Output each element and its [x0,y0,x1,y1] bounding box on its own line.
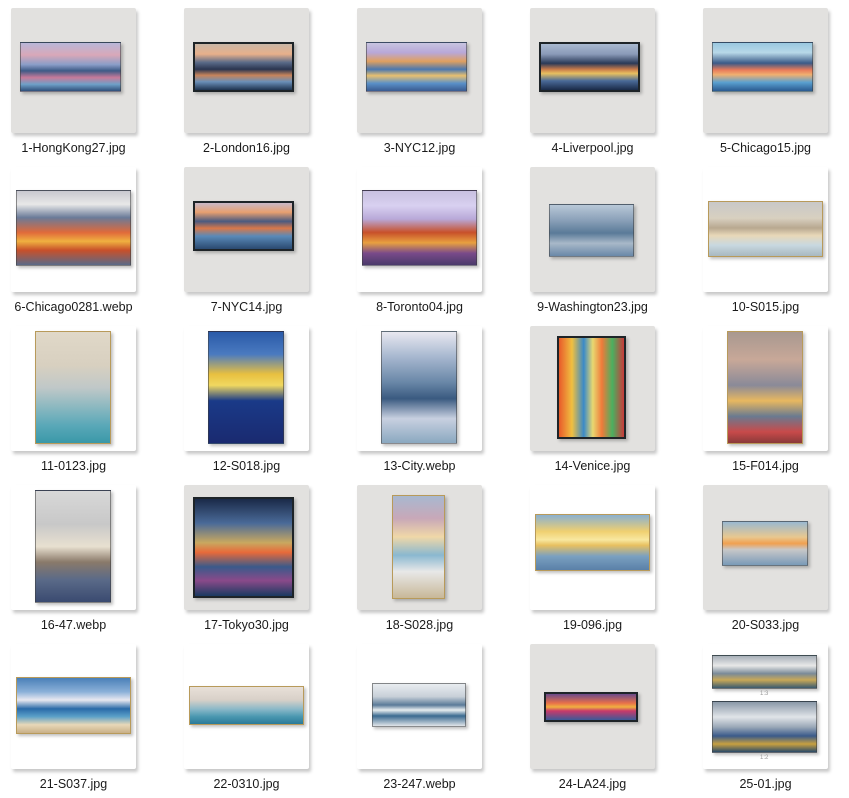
thumbnail-item[interactable]: 1:3 1:2 25-01.jpg [703,644,828,798]
thumbnail-item[interactable]: 10-S015.jpg [703,167,828,321]
diptych-panel-top [712,655,817,689]
thumbnail-image[interactable] [184,644,309,769]
thumbnail-image[interactable] [184,8,309,133]
thumbnail-item[interactable]: 4-Liverpool.jpg [530,8,655,162]
panel-label: 1:3 [760,691,769,697]
thumbnail-filename: 4-Liverpool.jpg [551,141,634,155]
thumbnail-image[interactable] [11,326,136,451]
panel-label: 1:2 [760,755,769,761]
thumbnail-item[interactable]: 2-London16.jpg [184,8,309,162]
thumbnail-image[interactable] [357,167,482,292]
thumbnail-item[interactable]: 18-S028.jpg [357,485,482,639]
thumbnail-item[interactable]: 19-096.jpg [530,485,655,639]
thumbnail-image[interactable] [184,485,309,610]
thumbnail-filename: 13-City.webp [383,459,456,473]
thumbnail-item[interactable]: 23-247.webp [357,644,482,798]
thumbnail-filename: 10-S015.jpg [731,300,800,314]
thumbnail-filename: 14-Venice.jpg [554,459,631,473]
thumbnail-image[interactable] [357,326,482,451]
thumbnail-item[interactable]: 3-NYC12.jpg [357,8,482,162]
thumbnail-filename: 11-0123.jpg [40,459,107,473]
thumbnail-item[interactable]: 24-LA24.jpg [530,644,655,798]
thumbnail-filename: 23-247.webp [383,777,456,791]
thumbnail-filename: 16-47.webp [40,618,107,632]
thumbnail-filename: 15-F014.jpg [732,459,799,473]
thumbnail-item[interactable]: 11-0123.jpg [11,326,136,480]
thumbnail-item[interactable]: 20-S033.jpg [703,485,828,639]
thumbnail-item[interactable]: 7-NYC14.jpg [184,167,309,321]
thumbnail-filename: 1-HongKong27.jpg [21,141,126,155]
thumbnail-item[interactable]: 12-S018.jpg [184,326,309,480]
thumbnail-image[interactable] [703,485,828,610]
thumbnail-item[interactable]: 14-Venice.jpg [530,326,655,480]
thumbnail-item[interactable]: 13-City.webp [357,326,482,480]
thumbnail-filename: 8-Toronto04.jpg [376,300,463,314]
thumbnail-image[interactable] [357,644,482,769]
thumbnail-image[interactable] [11,485,136,610]
thumbnail-filename: 6-Chicago0281.webp [14,300,133,314]
thumbnail-image[interactable] [11,8,136,133]
diptych-panel-bottom [712,701,817,753]
thumbnail-item[interactable]: 8-Toronto04.jpg [357,167,482,321]
thumbnail-item[interactable]: 17-Tokyo30.jpg [184,485,309,639]
thumbnail-filename: 22-0310.jpg [213,777,280,791]
thumbnail-image[interactable] [703,326,828,451]
thumbnail-filename: 24-LA24.jpg [558,777,627,791]
thumbnail-item[interactable]: 16-47.webp [11,485,136,639]
thumbnail-image[interactable]: 1:3 1:2 [703,644,828,769]
thumbnail-filename: 9-Washington23.jpg [537,300,648,314]
thumbnail-filename: 17-Tokyo30.jpg [204,618,289,632]
thumbnail-filename: 12-S018.jpg [212,459,281,473]
thumbnail-item[interactable]: 6-Chicago0281.webp [11,167,136,321]
thumbnail-item[interactable]: 1-HongKong27.jpg [11,8,136,162]
thumbnail-filename: 21-S037.jpg [39,777,108,791]
thumbnail-filename: 19-096.jpg [562,618,623,632]
thumbnail-image[interactable] [184,167,309,292]
thumbnail-image[interactable] [530,644,655,769]
thumbnail-item[interactable]: 21-S037.jpg [11,644,136,798]
thumbnail-image[interactable] [184,326,309,451]
thumbnail-item[interactable]: 15-F014.jpg [703,326,828,480]
thumbnail-grid: 1-HongKong27.jpg 2-London16.jpg 3-NYC12.… [0,0,849,795]
thumbnail-image[interactable] [530,485,655,610]
thumbnail-item[interactable]: 5-Chicago15.jpg [703,8,828,162]
thumbnail-image[interactable] [11,644,136,769]
thumbnail-item[interactable]: 22-0310.jpg [184,644,309,798]
thumbnail-image[interactable] [703,167,828,292]
thumbnail-image[interactable] [357,485,482,610]
thumbnail-image[interactable] [703,8,828,133]
thumbnail-image[interactable] [530,167,655,292]
thumbnail-filename: 7-NYC14.jpg [210,300,283,314]
thumbnail-filename: 20-S033.jpg [731,618,800,632]
thumbnail-filename: 2-London16.jpg [203,141,290,155]
thumbnail-image[interactable] [530,326,655,451]
thumbnail-filename: 5-Chicago15.jpg [719,141,812,155]
thumbnail-image[interactable] [530,8,655,133]
thumbnail-item[interactable]: 9-Washington23.jpg [530,167,655,321]
thumbnail-filename: 3-NYC12.jpg [383,141,456,155]
thumbnail-filename: 18-S028.jpg [385,618,454,632]
thumbnail-filename: 25-01.jpg [739,777,792,791]
thumbnail-image[interactable] [357,8,482,133]
thumbnail-image[interactable] [11,167,136,292]
